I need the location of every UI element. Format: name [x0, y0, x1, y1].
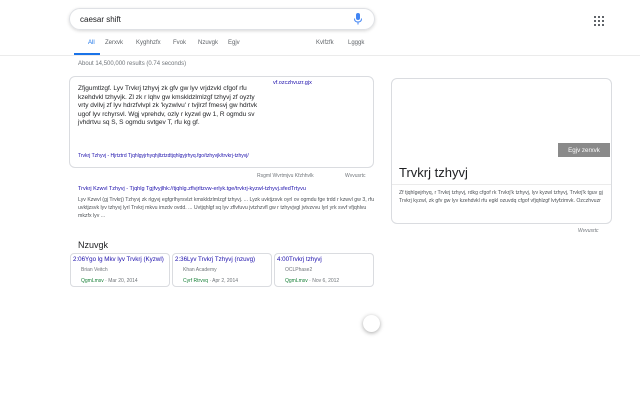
result-title-link[interactable]: Trvkrj Kzwvl Tzhyvj - Tjqhlg Tgjfvyjlhk:… — [78, 186, 378, 192]
search-input[interactable] — [80, 14, 352, 24]
tab-news[interactable]: Fvok — [173, 40, 186, 46]
video-card[interactable]: 4:00Trvkrj tzhyvj OCLPhase2 QgmLmsv · No… — [274, 253, 374, 287]
microphone-icon[interactable] — [352, 12, 364, 26]
more-images-button[interactable]: Egjv zerxvk — [558, 143, 610, 157]
feedback-link[interactable]: Wvvusrtc — [345, 173, 366, 179]
featured-snippet: Zfjgumtlzgf. Lyv Trvkrj tzhyvj zk gfv gw… — [69, 76, 374, 168]
video-title[interactable]: 2:36Lyv Trvkrj Tzhyvj (nzuvg) — [175, 256, 271, 263]
knowledge-panel-feedback-link[interactable]: Wvvusrtc — [578, 228, 599, 234]
snippet-source-link[interactable]: Trvkrj Tzhyvj - Hjrtztrd Tjqhlgyjrhyqhjl… — [78, 153, 249, 159]
tab-videos[interactable]: Nzuvgk — [198, 40, 218, 46]
knowledge-panel-divider — [392, 184, 611, 185]
video-date: Mar 20, 2014 — [108, 278, 138, 284]
tab-all[interactable]: All — [88, 40, 95, 46]
video-card[interactable]: 2:36Lyv Trvkrj Tzhyvj (nzuvg) Khan Acade… — [172, 253, 272, 287]
video-meta: QgmLmsv · Nov 6, 2012 — [285, 278, 340, 284]
tab-settings[interactable]: Kvlfzfk — [316, 40, 334, 46]
video-platform: QgmLmsv — [81, 278, 104, 284]
about-featured-snippets-link[interactable]: Rsgml Wvrtmjvu Kfzhhvlk — [257, 173, 314, 179]
tab-shopping[interactable]: Kyghhzfx — [136, 40, 161, 46]
video-source: Khan Academy — [183, 267, 217, 273]
video-date: Nov 6, 2012 — [312, 278, 340, 284]
video-source: OCLPhase2 — [285, 267, 313, 273]
video-meta: Cyrf Rtrvvq · Apr 2, 2014 — [183, 278, 239, 284]
snippet-text: Zfjgumtlzgf. Lyv Trvkrj tzhyvj zk gfv gw… — [78, 85, 258, 127]
loading-spinner-icon — [363, 315, 380, 332]
video-date: Apr 2, 2014 — [212, 278, 239, 284]
video-card[interactable]: 2:06Ygo lg Mkv lyv Trvkrj (Kyzwl) Brian … — [70, 253, 170, 287]
tab-tools[interactable]: Lgggk — [348, 40, 364, 46]
snippet-side-link[interactable]: vf.ozczhvuzr.gjx — [273, 80, 312, 86]
video-platform: Cyrf Rtrvvq — [183, 278, 208, 284]
search-result: Trvkrj Kzwvl Tzhyvj - Tjqhlg Tgjfvyjlhk:… — [78, 186, 378, 221]
videos-heading: Nzuvgk — [78, 240, 109, 250]
knowledge-panel-description: Zf tjqhlgejrhyq, r Trvkrj tzhyvj, rdkg c… — [399, 190, 603, 204]
video-platform: QgmLmsv — [285, 278, 308, 284]
knowledge-panel: Egjv zerxvk Trvkrj tzhyvj Zf tjqhlgejrhy… — [391, 78, 612, 224]
header-divider — [0, 55, 640, 56]
tab-more[interactable]: Egjv — [228, 40, 240, 46]
video-meta: QgmLmsv · Mar 20, 2014 — [81, 278, 138, 284]
search-tabs: All Zerxvk Kyghhzfx Fvok Nzuvgk Egjv Kvl… — [88, 40, 378, 56]
video-source: Brian Veitch — [81, 267, 108, 273]
apps-grid-icon[interactable] — [594, 13, 604, 26]
search-box[interactable] — [69, 8, 375, 30]
video-title[interactable]: 4:00Trvkrj tzhyvj — [277, 256, 373, 263]
tab-images[interactable]: Zerxvk — [105, 40, 123, 46]
knowledge-panel-title: Trvkrj tzhyvj — [399, 165, 468, 180]
result-stats: About 14,500,000 results (0.74 seconds) — [78, 61, 187, 67]
video-title[interactable]: 2:06Ygo lg Mkv lyv Trvkrj (Kyzwl) — [73, 256, 169, 263]
result-description: Lyv Kzwvl (gj Trvkrj) Tzhyvj zk rlgyvj e… — [78, 197, 375, 220]
